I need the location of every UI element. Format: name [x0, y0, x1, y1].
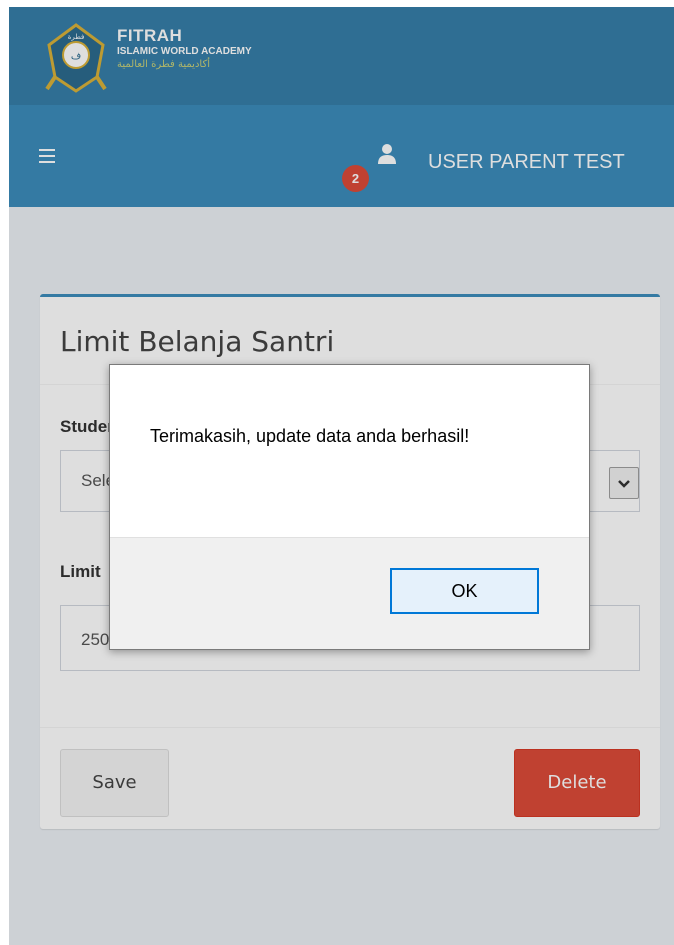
alert-message: Terimakasih, update data anda berhasil! [150, 426, 470, 446]
alert-dialog: Terimakasih, update data anda berhasil! … [109, 364, 590, 650]
alert-footer: OK [110, 537, 589, 649]
ok-button[interactable]: OK [390, 568, 539, 614]
